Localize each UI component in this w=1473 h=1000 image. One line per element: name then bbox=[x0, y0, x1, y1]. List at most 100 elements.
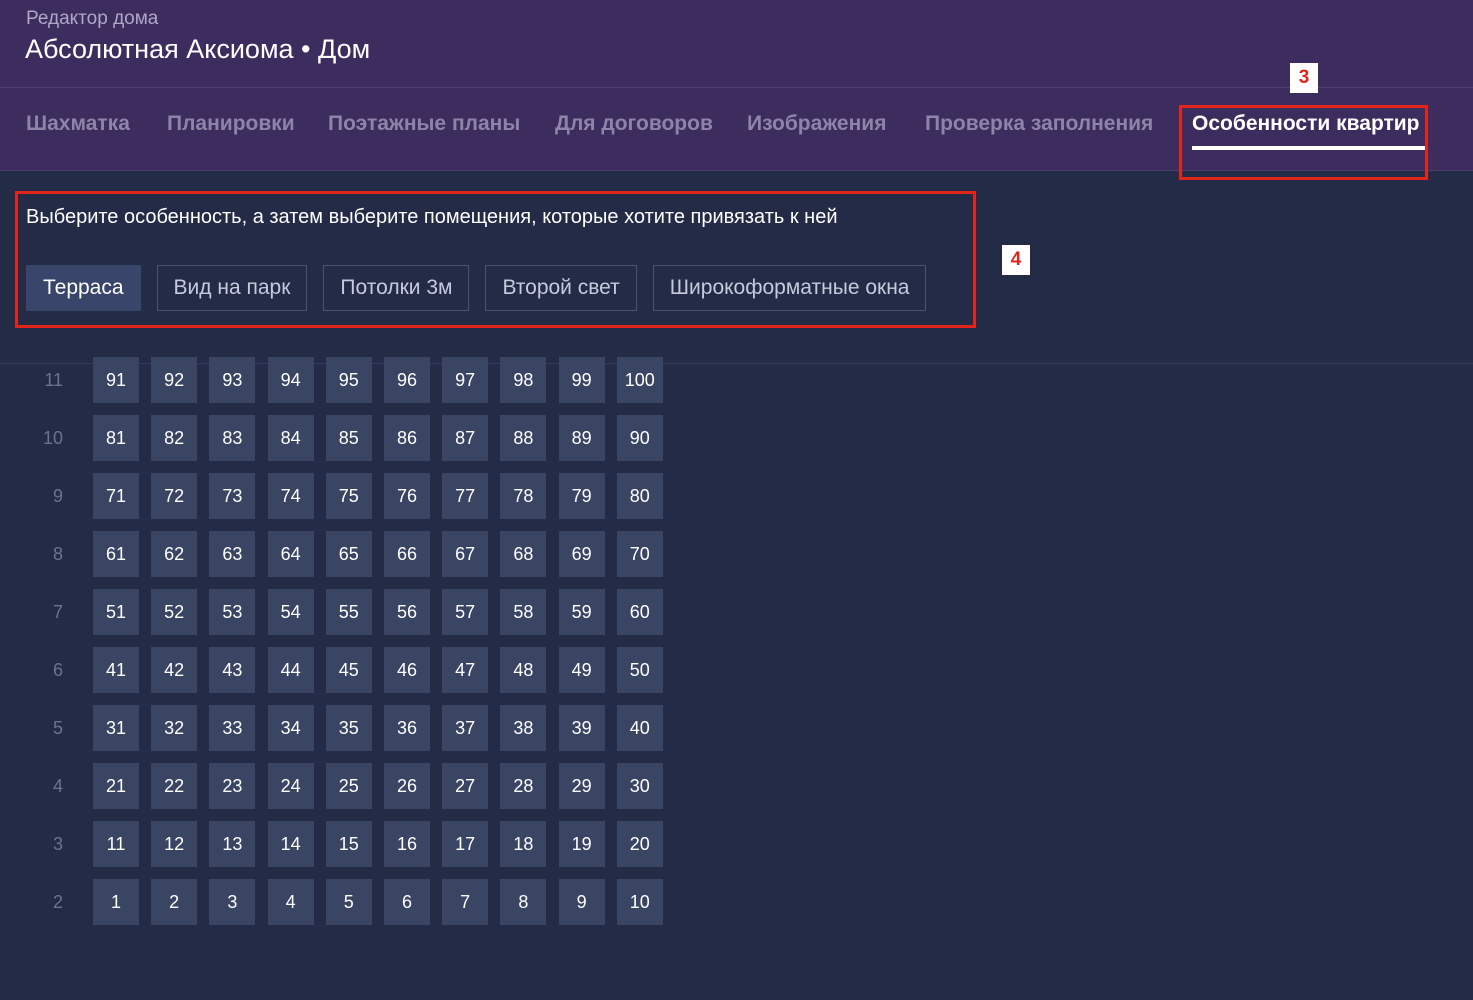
apartment-cell[interactable]: 60 bbox=[616, 589, 663, 635]
apartment-cell[interactable]: 4 bbox=[267, 879, 314, 925]
apartment-cell[interactable]: 11 bbox=[93, 821, 139, 867]
apartment-cell[interactable]: 6 bbox=[384, 879, 430, 925]
apartment-cell[interactable]: 80 bbox=[616, 473, 663, 519]
apartment-cell[interactable]: 77 bbox=[442, 473, 489, 519]
apartment-cell[interactable]: 31 bbox=[93, 705, 139, 751]
apartment-cell[interactable]: 33 bbox=[209, 705, 256, 751]
apartment-cell[interactable]: 16 bbox=[384, 821, 430, 867]
apartment-cell[interactable]: 100 bbox=[616, 357, 663, 403]
apartment-cell[interactable]: 64 bbox=[267, 531, 314, 577]
apartment-cell[interactable]: 5 bbox=[325, 879, 372, 925]
apartment-cell[interactable]: 52 bbox=[151, 589, 198, 635]
tab-chess[interactable]: Шахматка bbox=[26, 110, 136, 152]
tab-layouts[interactable]: Планировки bbox=[167, 110, 297, 152]
apartment-cell[interactable]: 95 bbox=[325, 357, 372, 403]
apartment-cell[interactable]: 86 bbox=[384, 415, 430, 461]
apartment-cell[interactable]: 63 bbox=[209, 531, 256, 577]
apartment-cell[interactable]: 72 bbox=[151, 473, 198, 519]
apartment-cell[interactable]: 20 bbox=[616, 821, 663, 867]
apartment-cell[interactable]: 81 bbox=[93, 415, 139, 461]
apartment-cell[interactable]: 56 bbox=[384, 589, 430, 635]
feature-button-ceilings-3m[interactable]: Потолки 3м bbox=[323, 265, 470, 311]
apartment-cell[interactable]: 55 bbox=[325, 589, 372, 635]
apartment-cell[interactable]: 97 bbox=[442, 357, 489, 403]
apartment-cell[interactable]: 12 bbox=[151, 821, 198, 867]
apartment-cell[interactable]: 70 bbox=[616, 531, 663, 577]
apartment-cell[interactable]: 10 bbox=[616, 879, 663, 925]
apartment-cell[interactable]: 15 bbox=[325, 821, 372, 867]
apartment-cell[interactable]: 28 bbox=[500, 763, 547, 809]
apartment-cell[interactable]: 22 bbox=[151, 763, 198, 809]
apartment-cell[interactable]: 78 bbox=[500, 473, 547, 519]
apartment-cell[interactable]: 14 bbox=[267, 821, 314, 867]
tab-fill-check[interactable]: Проверка заполнения bbox=[925, 110, 1161, 152]
apartment-cell[interactable]: 24 bbox=[267, 763, 314, 809]
apartment-cell[interactable]: 99 bbox=[558, 357, 605, 403]
apartment-cell[interactable]: 85 bbox=[325, 415, 372, 461]
apartment-cell[interactable]: 96 bbox=[384, 357, 430, 403]
tab-contracts[interactable]: Для договоров bbox=[555, 110, 716, 152]
apartment-cell[interactable]: 83 bbox=[209, 415, 256, 461]
apartment-cell[interactable]: 9 bbox=[558, 879, 605, 925]
apartment-cell[interactable]: 49 bbox=[558, 647, 605, 693]
apartment-cell[interactable]: 59 bbox=[558, 589, 605, 635]
apartment-cell[interactable]: 67 bbox=[442, 531, 489, 577]
feature-button-park-view[interactable]: Вид на парк bbox=[156, 265, 308, 311]
apartment-cell[interactable]: 35 bbox=[325, 705, 372, 751]
apartment-cell[interactable]: 45 bbox=[325, 647, 372, 693]
apartment-cell[interactable]: 87 bbox=[442, 415, 489, 461]
apartment-cell[interactable]: 66 bbox=[384, 531, 430, 577]
apartment-cell[interactable]: 71 bbox=[93, 473, 139, 519]
apartment-cell[interactable]: 38 bbox=[500, 705, 547, 751]
apartment-cell[interactable]: 84 bbox=[267, 415, 314, 461]
apartment-cell[interactable]: 37 bbox=[442, 705, 489, 751]
tab-images[interactable]: Изображения bbox=[747, 110, 894, 152]
apartment-cell[interactable]: 3 bbox=[209, 879, 256, 925]
apartment-cell[interactable]: 17 bbox=[442, 821, 489, 867]
apartment-cell[interactable]: 51 bbox=[93, 589, 139, 635]
apartment-cell[interactable]: 30 bbox=[616, 763, 663, 809]
apartment-cell[interactable]: 7 bbox=[442, 879, 489, 925]
apartment-cell[interactable]: 65 bbox=[325, 531, 372, 577]
apartment-cell[interactable]: 34 bbox=[267, 705, 314, 751]
apartment-cell[interactable]: 57 bbox=[442, 589, 489, 635]
apartment-cell[interactable]: 23 bbox=[209, 763, 256, 809]
apartment-cell[interactable]: 50 bbox=[616, 647, 663, 693]
feature-button-terrace[interactable]: Терраса bbox=[26, 265, 141, 311]
apartment-cell[interactable]: 8 bbox=[500, 879, 547, 925]
apartment-cell[interactable]: 32 bbox=[151, 705, 198, 751]
apartment-cell[interactable]: 40 bbox=[616, 705, 663, 751]
apartment-cell[interactable]: 92 bbox=[151, 357, 198, 403]
apartment-cell[interactable]: 47 bbox=[442, 647, 489, 693]
apartment-cell[interactable]: 54 bbox=[267, 589, 314, 635]
apartment-cell[interactable]: 46 bbox=[384, 647, 430, 693]
apartment-cell[interactable]: 90 bbox=[616, 415, 663, 461]
apartment-cell[interactable]: 44 bbox=[267, 647, 314, 693]
apartment-cell[interactable]: 43 bbox=[209, 647, 256, 693]
apartment-cell[interactable]: 68 bbox=[500, 531, 547, 577]
apartment-cell[interactable]: 29 bbox=[558, 763, 605, 809]
tab-floor-plans[interactable]: Поэтажные планы bbox=[328, 110, 524, 152]
apartment-cell[interactable]: 13 bbox=[209, 821, 256, 867]
apartment-cell[interactable]: 1 bbox=[93, 879, 139, 925]
apartment-cell[interactable]: 91 bbox=[93, 357, 139, 403]
apartment-cell[interactable]: 25 bbox=[325, 763, 372, 809]
apartment-cell[interactable]: 69 bbox=[558, 531, 605, 577]
apartment-cell[interactable]: 75 bbox=[325, 473, 372, 519]
apartment-cell[interactable]: 89 bbox=[558, 415, 605, 461]
apartment-cell[interactable]: 61 bbox=[93, 531, 139, 577]
apartment-cell[interactable]: 53 bbox=[209, 589, 256, 635]
apartment-cell[interactable]: 73 bbox=[209, 473, 256, 519]
apartment-cell[interactable]: 79 bbox=[558, 473, 605, 519]
apartment-cell[interactable]: 36 bbox=[384, 705, 430, 751]
apartment-cell[interactable]: 74 bbox=[267, 473, 314, 519]
apartment-cell[interactable]: 26 bbox=[384, 763, 430, 809]
apartment-cell[interactable]: 82 bbox=[151, 415, 198, 461]
apartment-cell[interactable]: 76 bbox=[384, 473, 430, 519]
tab-apartment-features[interactable]: Особенности квартир bbox=[1192, 110, 1426, 152]
feature-button-wide-windows[interactable]: Широкоформатные окна bbox=[652, 265, 927, 311]
apartment-cell[interactable]: 19 bbox=[558, 821, 605, 867]
apartment-cell[interactable]: 41 bbox=[93, 647, 139, 693]
apartment-cell[interactable]: 93 bbox=[209, 357, 256, 403]
apartment-cell[interactable]: 88 bbox=[500, 415, 547, 461]
